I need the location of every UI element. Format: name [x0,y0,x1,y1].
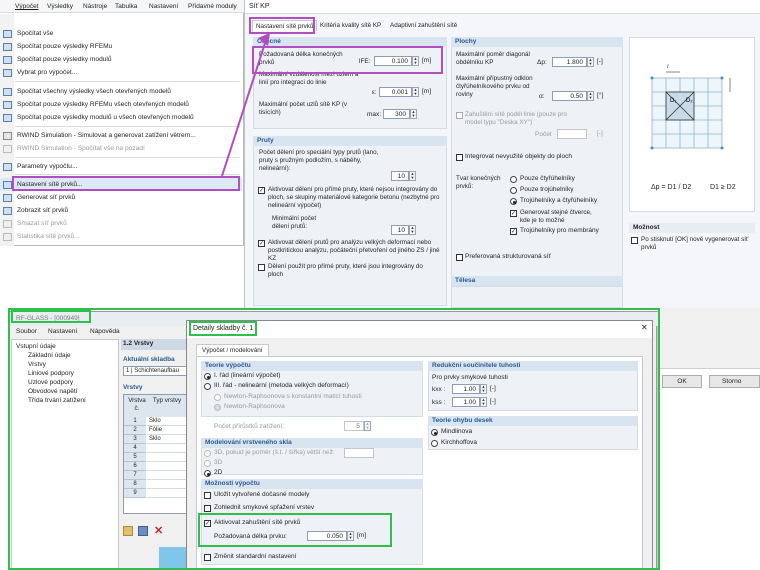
highlight-refine-option [198,513,392,547]
highlight-composition-title [189,321,257,336]
